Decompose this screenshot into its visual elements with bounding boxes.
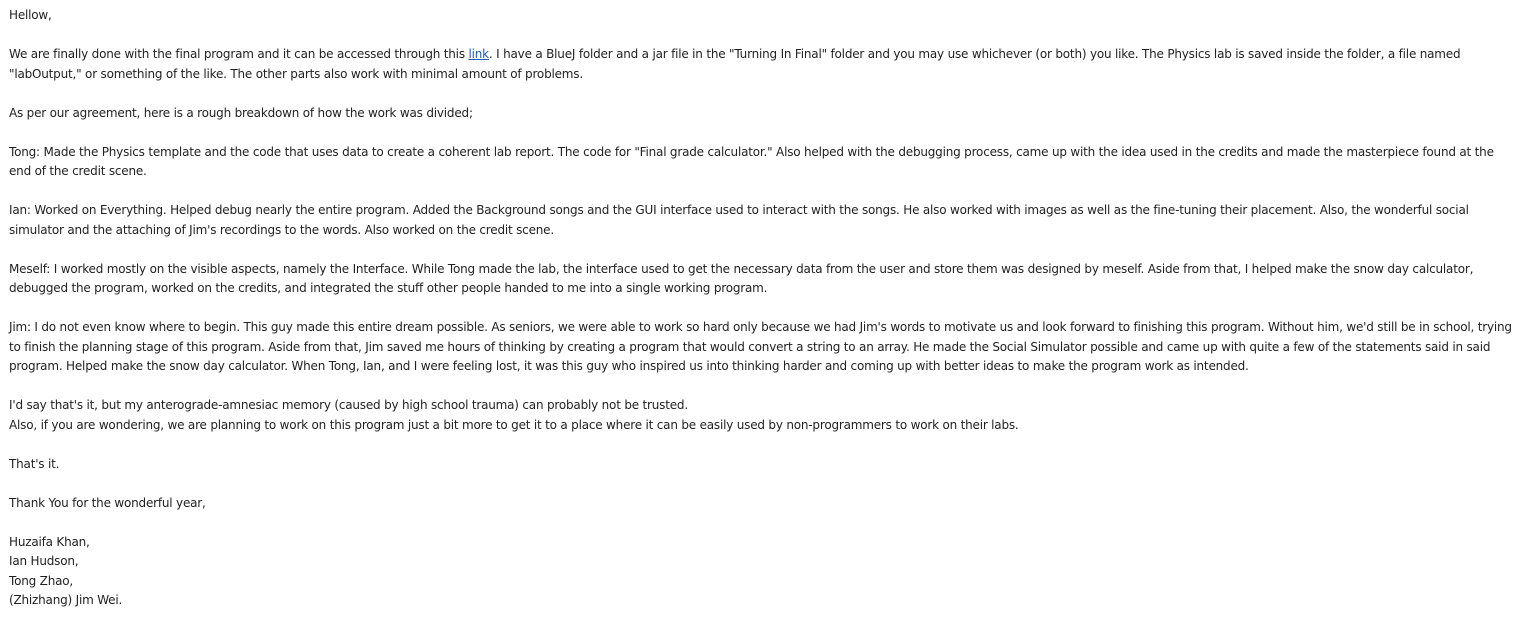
jim-paragraph: Jim: I do not even know where to begin. … <box>9 320 1512 373</box>
ian-paragraph: Ian: Worked on Everything. Helped debug … <box>9 203 1469 237</box>
thats-it-line: That's it. <box>9 456 60 471</box>
intro-paragraph: We are finally done with the final progr… <box>9 45 1514 84</box>
signature-name: Ian Hudson, <box>9 554 79 568</box>
tong-paragraph: Tong: Made the Physics template and the … <box>9 144 1494 179</box>
greeting: Hellow, <box>9 8 52 22</box>
memory-line: I'd say that's it, but my anterograde-am… <box>9 398 688 412</box>
agreement-paragraph: As per our agreement, here is a rough br… <box>9 105 473 120</box>
signature-block: Huzaifa Khan, Ian Hudson, Tong Zhao, (Zh… <box>9 533 1514 611</box>
intro-text-before-link: We are finally done with the final progr… <box>9 47 469 61</box>
final-program-link[interactable]: link <box>468 47 489 61</box>
meself-paragraph: Meself: I worked mostly on the visible a… <box>9 261 1474 296</box>
email-body: Hellow, We are finally done with the fin… <box>9 6 1514 611</box>
signature-name: Huzaifa Khan, <box>9 534 90 549</box>
wondering-line: Also, if you are wondering, we are plann… <box>9 417 1019 432</box>
thanks-line: Thank You for the wonderful year, <box>9 495 206 510</box>
signature-name: Tong Zhao, <box>9 573 74 588</box>
signature-name: (Zhizhang) Jim Wei. <box>9 593 123 607</box>
